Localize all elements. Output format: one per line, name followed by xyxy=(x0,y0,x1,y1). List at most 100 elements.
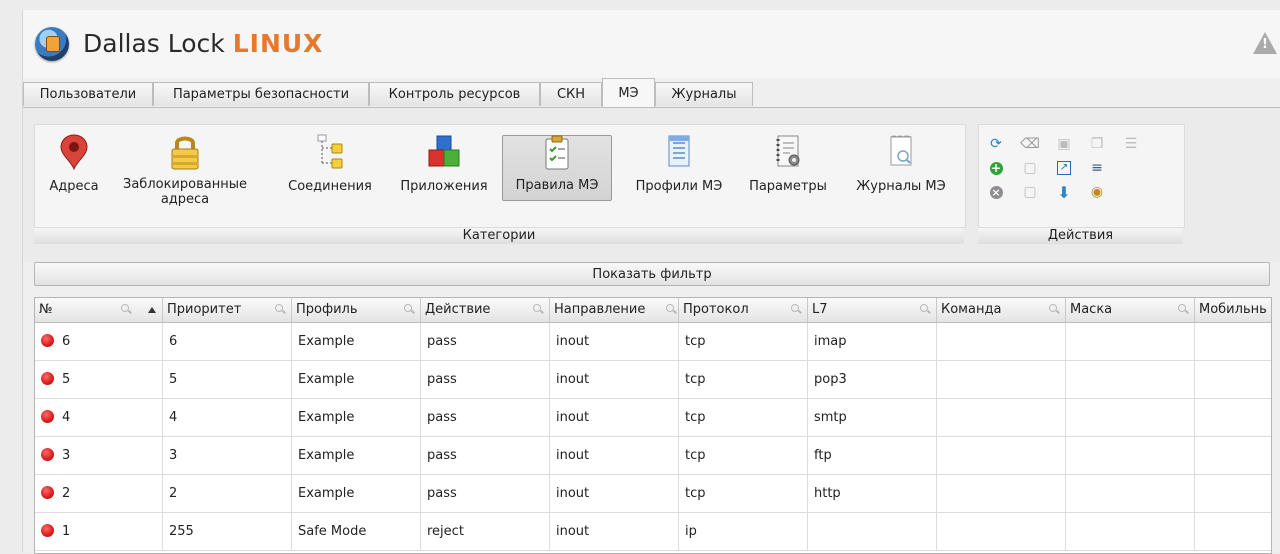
cell-priority: 6 xyxy=(163,323,292,360)
category-addresses-button[interactable]: Адреса xyxy=(38,125,110,227)
category-firewall-profiles-button[interactable]: Профили МЭ xyxy=(620,125,738,227)
search-icon[interactable] xyxy=(275,304,285,314)
cell-direction: inout xyxy=(550,399,679,436)
cell-action: pass xyxy=(421,475,550,512)
column-header-protocol[interactable]: Протокол xyxy=(679,298,808,322)
log-search-icon xyxy=(890,135,912,166)
tab-logs[interactable]: Журналы xyxy=(655,82,753,106)
category-applications-button[interactable]: Приложения xyxy=(385,125,503,227)
cell-protocol: tcp xyxy=(679,361,808,398)
column-header-mask[interactable]: Маска xyxy=(1066,298,1195,322)
table-row[interactable]: 3 3 Example pass inout tcp ftp xyxy=(35,437,1271,475)
rules-table: № Приоритет Профиль Действие Направление… xyxy=(34,297,1272,554)
table-row[interactable]: 1 255 Safe Mode reject inout ip xyxy=(35,513,1271,551)
tab-firewall[interactable]: МЭ xyxy=(602,78,655,107)
cell-mask xyxy=(1066,361,1195,398)
cell-profile: Example xyxy=(292,361,421,398)
cell-mask xyxy=(1066,475,1195,512)
table-row[interactable]: 5 5 Example pass inout tcp pop3 xyxy=(35,361,1271,399)
indent-icon[interactable]: ☰ xyxy=(1122,135,1140,153)
view-icon[interactable]: ◉ xyxy=(1088,183,1106,201)
padlock-icon xyxy=(171,136,199,170)
clipboard-check-icon xyxy=(545,135,569,170)
app-title: Dallas Lock LINUX xyxy=(83,29,324,58)
copy-icon[interactable]: ❐ xyxy=(1088,135,1106,153)
category-parameters-button[interactable]: Параметры xyxy=(738,125,838,227)
sort-asc-icon[interactable] xyxy=(148,307,156,313)
paste-icon[interactable]: ▢ xyxy=(1021,159,1039,177)
cell-action: pass xyxy=(421,323,550,360)
cell-command xyxy=(937,475,1066,512)
search-icon[interactable] xyxy=(920,304,930,314)
table-row[interactable]: 6 6 Example pass inout tcp imap xyxy=(35,323,1271,361)
column-header-action[interactable]: Действие xyxy=(421,298,550,322)
cell-l7: ftp xyxy=(808,437,937,474)
table-row[interactable]: 4 4 Example pass inout tcp smtp xyxy=(35,399,1271,437)
column-header-number[interactable]: № xyxy=(35,298,163,322)
cell-number: 3 xyxy=(35,437,163,474)
tab-security-params[interactable]: Параметры безопасности xyxy=(153,82,369,106)
categories-panel: Адреса Заблокированные адреса Соединения… xyxy=(34,124,966,228)
search-icon[interactable] xyxy=(533,304,543,314)
search-icon[interactable] xyxy=(121,304,131,314)
category-firewall-logs-button[interactable]: Журналы МЭ xyxy=(845,125,957,227)
search-icon[interactable] xyxy=(791,304,801,314)
column-header-profile[interactable]: Профиль xyxy=(292,298,421,322)
cell-l7 xyxy=(808,513,937,550)
cell-mask xyxy=(1066,437,1195,474)
cell-number: 4 xyxy=(35,399,163,436)
show-filter-button[interactable]: Показать фильтр xyxy=(34,262,1270,286)
cell-l7: imap xyxy=(808,323,937,360)
category-connections-button[interactable]: Соединения xyxy=(275,125,385,227)
main-window: Dallas Lock LINUX Пользователи Параметры… xyxy=(22,10,1280,554)
status-dot-icon xyxy=(41,486,54,499)
search-icon[interactable] xyxy=(666,304,676,314)
search-icon[interactable] xyxy=(404,304,414,314)
cell-mobile xyxy=(1195,475,1271,512)
add-icon[interactable]: + xyxy=(987,159,1005,177)
cell-profile: Example xyxy=(292,437,421,474)
column-header-l7[interactable]: L7 xyxy=(808,298,937,322)
warning-icon[interactable] xyxy=(1253,32,1277,54)
cell-command xyxy=(937,437,1066,474)
delete-icon[interactable]: × xyxy=(987,183,1005,201)
cell-command xyxy=(937,361,1066,398)
cell-mask xyxy=(1066,323,1195,360)
cell-number: 5 xyxy=(35,361,163,398)
category-firewall-rules-button[interactable]: Правила МЭ xyxy=(502,135,612,201)
cell-protocol: tcp xyxy=(679,437,808,474)
tab-skn[interactable]: СКН xyxy=(540,82,602,106)
table-row[interactable]: 2 2 Example pass inout tcp http xyxy=(35,475,1271,513)
column-header-direction[interactable]: Направление xyxy=(550,298,679,322)
tab-resource-control[interactable]: Контроль ресурсов xyxy=(369,82,540,106)
cell-mobile xyxy=(1195,399,1271,436)
list-icon[interactable]: ≡ xyxy=(1088,159,1106,177)
save-icon[interactable]: ▣ xyxy=(1055,135,1073,153)
category-blocked-addresses-button[interactable]: Заблокированные адреса xyxy=(110,125,260,227)
backspace-icon[interactable]: ⌫ xyxy=(1020,135,1040,153)
move-down-icon[interactable]: ⬇ xyxy=(1055,183,1073,202)
refresh-icon[interactable]: ⟳ xyxy=(987,135,1005,153)
status-dot-icon xyxy=(41,372,54,385)
cell-command xyxy=(937,513,1066,550)
tab-users[interactable]: Пользователи xyxy=(23,82,153,106)
open-link-icon[interactable]: ↗ xyxy=(1055,159,1073,177)
cell-number: 6 xyxy=(35,323,163,360)
column-header-priority[interactable]: Приоритет xyxy=(163,298,292,322)
cell-protocol: ip xyxy=(679,513,808,550)
column-header-command[interactable]: Команда xyxy=(937,298,1066,322)
cell-direction: inout xyxy=(550,475,679,512)
actions-panel: ⟳ ⌫ ▣ ❐ ☰ + ▢ ↗ ≡ × ▢ ⬇ ◉ xyxy=(978,124,1185,228)
search-icon[interactable] xyxy=(1178,304,1188,314)
cell-protocol: tcp xyxy=(679,475,808,512)
cell-number: 1 xyxy=(35,513,163,550)
cell-command xyxy=(937,399,1066,436)
search-icon[interactable] xyxy=(1049,304,1059,314)
app-blocks-icon xyxy=(428,135,460,167)
cell-direction: inout xyxy=(550,437,679,474)
table-header: № Приоритет Профиль Действие Направление… xyxy=(35,298,1271,323)
column-header-mobile[interactable]: Мобильнь xyxy=(1195,298,1271,322)
cell-action: pass xyxy=(421,437,550,474)
page-icon[interactable]: ▢ xyxy=(1021,183,1039,201)
cell-mobile xyxy=(1195,361,1271,398)
